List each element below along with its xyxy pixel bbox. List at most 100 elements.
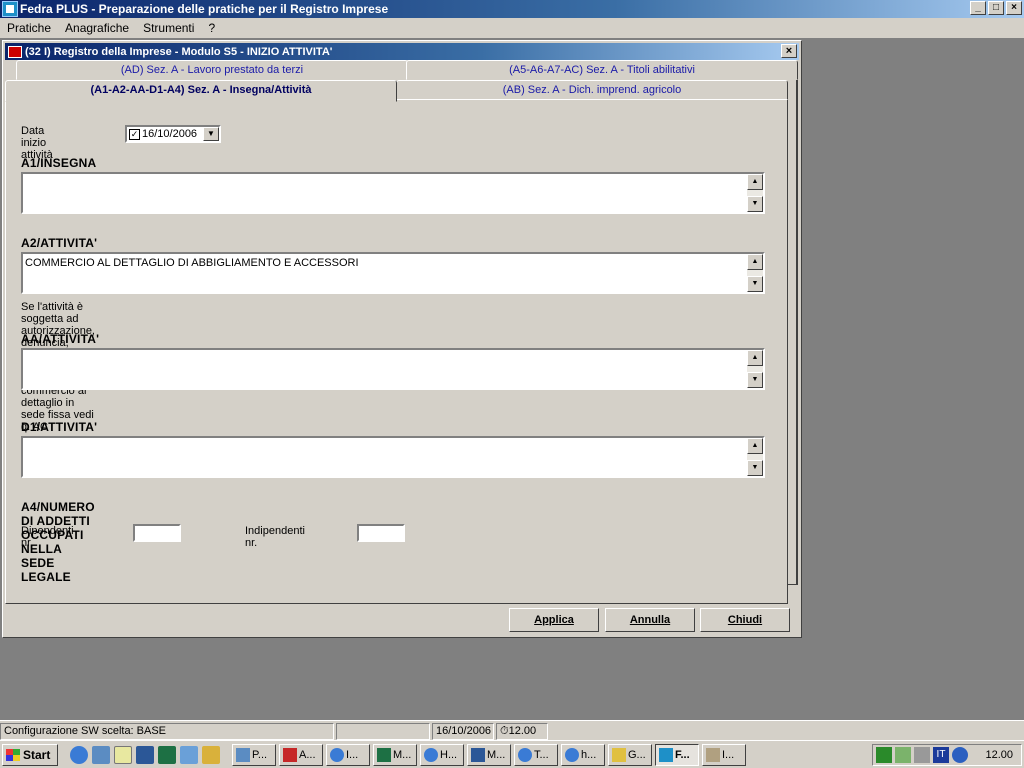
task-label: G... [628, 748, 646, 761]
annulla-button[interactable]: Annulla [605, 608, 695, 632]
start-label: Start [23, 747, 51, 762]
app-titlebar: Fedra PLUS - Preparazione delle pratiche… [0, 0, 1024, 18]
tab-ad-lavoro-terzi[interactable]: (AD) Sez. A - Lavoro prestato da terzi [16, 60, 408, 80]
network-icon[interactable] [895, 747, 911, 763]
task-label: h... [581, 748, 597, 761]
audio-icon[interactable] [952, 747, 968, 763]
volume-icon[interactable] [914, 747, 930, 763]
date-value: 16/10/2006 [142, 128, 198, 140]
fedra-app-icon [2, 1, 18, 17]
acrobat-icon [283, 747, 297, 762]
a2-attivita-textarea[interactable]: COMMERCIO AL DETTAGLIO DI ABBIGLIAMENTO … [21, 252, 765, 294]
scroll-down-icon[interactable]: ▼ [747, 276, 763, 292]
start-button[interactable]: Start [2, 743, 58, 766]
task-button[interactable]: G... [608, 743, 652, 766]
outlook-icon [236, 747, 250, 762]
chiudi-button[interactable]: Chiudi [700, 608, 790, 632]
tab-insegna-attivita[interactable]: (A1-A2-AA-D1-A4) Sez. A - Insegna/Attivi… [5, 80, 397, 102]
indipendenti-label: Indipendenti nr. [245, 525, 305, 549]
d1-prevalente-textarea[interactable]: ▲ ▼ [21, 436, 765, 478]
scroll-up-icon[interactable]: ▲ [747, 174, 763, 190]
scroll-down-icon[interactable]: ▼ [747, 460, 763, 476]
scroll-down-icon[interactable]: ▼ [747, 372, 763, 388]
menu-bar: Pratiche Anagrafiche Strumenti ? [0, 18, 1024, 38]
app-icon [706, 747, 720, 762]
outlook-icon[interactable] [92, 745, 110, 764]
app-title: Fedra PLUS - Preparazione delle pratiche… [20, 2, 389, 16]
applica-button[interactable]: Applica [509, 608, 599, 632]
desktop-icon[interactable] [180, 745, 198, 764]
dipendenti-label: Dipendenti nr. [21, 525, 74, 549]
task-button[interactable]: I... [326, 743, 370, 766]
menu-pratiche[interactable]: Pratiche [0, 21, 58, 35]
task-label: M... [487, 748, 506, 761]
system-tray: IT 12.00 [872, 744, 1022, 766]
dialog-close-button[interactable]: × [781, 44, 797, 58]
task-button[interactable]: M... [373, 743, 417, 766]
tab-dich-imprend-agricolo[interactable]: (AB) Sez. A - Dich. imprend. agricolo [396, 80, 788, 100]
scroll-down-icon[interactable]: ▼ [747, 196, 763, 212]
notepad-icon[interactable] [114, 745, 132, 764]
status-config: Configurazione SW scelta: BASE [0, 723, 334, 740]
status-date: 16/10/2006 [432, 723, 494, 740]
task-button[interactable]: I... [702, 743, 746, 766]
menu-help[interactable]: ? [201, 21, 222, 35]
tab-titoli-abilitativi[interactable]: (A5-A6-A7-AC) Sez. A - Titoli abilitativ… [406, 60, 798, 80]
chevron-down-icon[interactable]: ▼ [203, 127, 219, 141]
a1-scrollbar[interactable]: ▲ ▼ [747, 174, 763, 212]
excel-icon [377, 747, 391, 762]
status-time: 12.00 [508, 725, 537, 737]
d1-scrollbar[interactable]: ▲ ▼ [747, 438, 763, 476]
dipendenti-input[interactable] [133, 524, 181, 542]
minimize-button[interactable]: _ [970, 1, 986, 15]
key-icon[interactable] [202, 745, 220, 764]
status-time-pane: ⏱12.00 [496, 723, 548, 740]
dialog-titlebar: (32 I) Registro della Imprese - Modulo S… [5, 43, 799, 60]
word-icon [471, 747, 485, 762]
task-button[interactable]: H... [420, 743, 464, 766]
antivirus-icon[interactable] [876, 747, 892, 763]
status-bar: Configurazione SW scelta: BASE 16/10/200… [0, 720, 1024, 740]
scroll-up-icon[interactable]: ▲ [747, 438, 763, 454]
a1-insegna-textarea[interactable]: ▲ ▼ [21, 172, 765, 214]
aa-agricola-textarea[interactable]: ▲ ▼ [21, 348, 765, 390]
windows-logo-icon [6, 748, 20, 761]
task-button-active[interactable]: F... [655, 743, 699, 766]
menu-anagrafiche[interactable]: Anagrafiche [58, 21, 136, 35]
scroll-up-icon[interactable]: ▲ [747, 350, 763, 366]
task-label: F... [675, 748, 690, 761]
taskbar-clock[interactable]: 12.00 [985, 749, 1013, 761]
task-button[interactable]: T... [514, 743, 558, 766]
date-checkbox[interactable]: ✓ [129, 128, 140, 140]
ie-icon [424, 747, 438, 762]
menu-strumenti[interactable]: Strumenti [136, 21, 201, 35]
scroll-up-icon[interactable]: ▲ [747, 254, 763, 270]
language-indicator[interactable]: IT [933, 747, 949, 763]
excel-icon[interactable] [158, 745, 176, 764]
task-button[interactable]: P... [232, 743, 276, 766]
ie-icon[interactable] [70, 745, 88, 764]
fedra-icon [659, 747, 673, 762]
close-button[interactable]: × [1006, 1, 1022, 15]
task-label: A... [299, 748, 316, 761]
task-button[interactable]: A... [279, 743, 323, 766]
status-empty [336, 723, 430, 740]
task-label: P... [252, 748, 268, 761]
task-label: M... [393, 748, 412, 761]
dialog-title: (32 I) Registro della Imprese - Modulo S… [25, 45, 333, 58]
task-button[interactable]: M... [467, 743, 511, 766]
dialog-icon [8, 45, 22, 58]
restore-button[interactable]: □ [988, 1, 1004, 15]
task-label: H... [440, 748, 458, 761]
a2-scrollbar[interactable]: ▲ ▼ [747, 254, 763, 292]
date-picker[interactable]: ✓ 16/10/2006 ▼ [125, 125, 221, 143]
taskbar: Start P... A... I... M... H... M... T...… [0, 740, 1024, 768]
word-icon[interactable] [136, 745, 154, 764]
task-label: I... [346, 748, 359, 761]
indipendenti-input[interactable] [357, 524, 405, 542]
ie-icon [330, 747, 344, 762]
task-label: I... [722, 748, 735, 761]
task-button[interactable]: h... [561, 743, 605, 766]
aa-scrollbar[interactable]: ▲ ▼ [747, 350, 763, 388]
task-label: T... [534, 748, 549, 761]
